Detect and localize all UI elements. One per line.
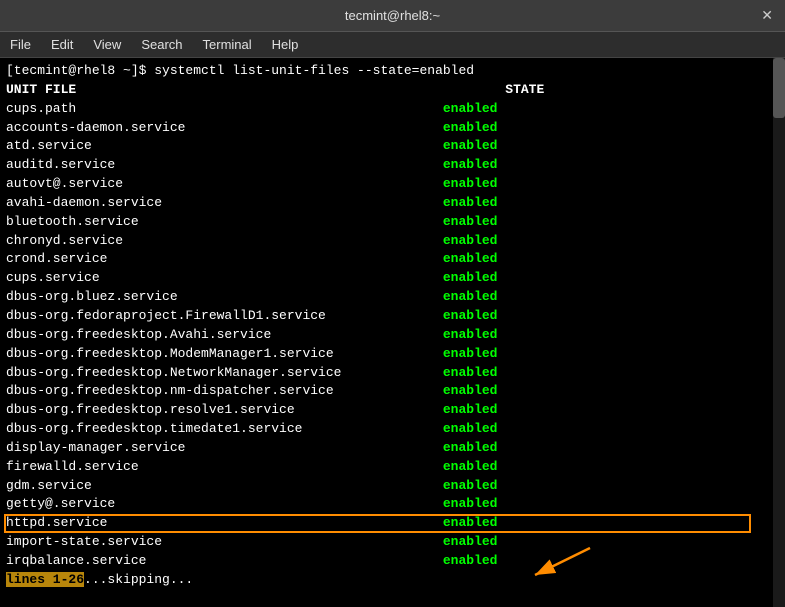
column-header: UNIT FILE STATE	[6, 81, 765, 100]
menubar: File Edit View Search Terminal Help	[0, 32, 785, 58]
scrollbar-thumb[interactable]	[773, 58, 785, 118]
menubar-item-file[interactable]: File	[4, 35, 37, 54]
table-row: import-state.service enabled	[6, 533, 765, 552]
table-row: getty@.service enabled	[6, 495, 765, 514]
menubar-item-view[interactable]: View	[87, 35, 127, 54]
table-row: dbus-org.freedesktop.timedate1.service e…	[6, 420, 765, 439]
table-row: httpd.service enabled	[6, 515, 497, 530]
table-row: crond.service enabled	[6, 250, 765, 269]
table-row: chronyd.service enabled	[6, 232, 765, 251]
menubar-item-help[interactable]: Help	[266, 35, 305, 54]
table-row: atd.service enabled	[6, 137, 765, 156]
table-row: dbus-org.bluez.service enabled	[6, 288, 765, 307]
table-row: autovt@.service enabled	[6, 175, 765, 194]
terminal[interactable]: [tecmint@rhel8 ~]$ systemctl list-unit-f…	[0, 58, 785, 607]
table-row: dbus-org.freedesktop.Avahi.service enabl…	[6, 326, 765, 345]
table-row: cups.path enabled	[6, 100, 765, 119]
menubar-item-terminal[interactable]: Terminal	[197, 35, 258, 54]
table-row: bluetooth.service enabled	[6, 213, 765, 232]
table-row: display-manager.service enabled	[6, 439, 765, 458]
table-row: cups.service enabled	[6, 269, 765, 288]
menubar-item-search[interactable]: Search	[135, 35, 188, 54]
table-row: accounts-daemon.service enabled	[6, 119, 765, 138]
table-row: dbus-org.freedesktop.NetworkManager.serv…	[6, 364, 765, 383]
table-row: firewalld.service enabled	[6, 458, 765, 477]
table-row: irqbalance.service enabled	[6, 552, 765, 571]
window-title: tecmint@rhel8:~	[32, 8, 753, 23]
rows-container: cups.path enabledaccounts-daemon.service…	[6, 100, 765, 571]
table-row: dbus-org.freedesktop.nm-dispatcher.servi…	[6, 382, 765, 401]
command-line: [tecmint@rhel8 ~]$ systemctl list-unit-f…	[6, 62, 765, 81]
terminal-content: [tecmint@rhel8 ~]$ systemctl list-unit-f…	[6, 62, 779, 590]
menubar-item-edit[interactable]: Edit	[45, 35, 79, 54]
status-line: lines 1-26...skipping...	[6, 571, 765, 590]
table-row: dbus-org.fedoraproject.FirewallD1.servic…	[6, 307, 765, 326]
titlebar: tecmint@rhel8:~ ✕	[0, 0, 785, 32]
table-row: dbus-org.freedesktop.resolve1.service en…	[6, 401, 765, 420]
close-button[interactable]: ✕	[753, 7, 773, 24]
table-row: avahi-daemon.service enabled	[6, 194, 765, 213]
scrollbar[interactable]	[773, 58, 785, 607]
table-row: auditd.service enabled	[6, 156, 765, 175]
table-row: gdm.service enabled	[6, 477, 765, 496]
table-row: dbus-org.freedesktop.ModemManager1.servi…	[6, 345, 765, 364]
highlighted-row: httpd.service enabled	[6, 514, 765, 533]
